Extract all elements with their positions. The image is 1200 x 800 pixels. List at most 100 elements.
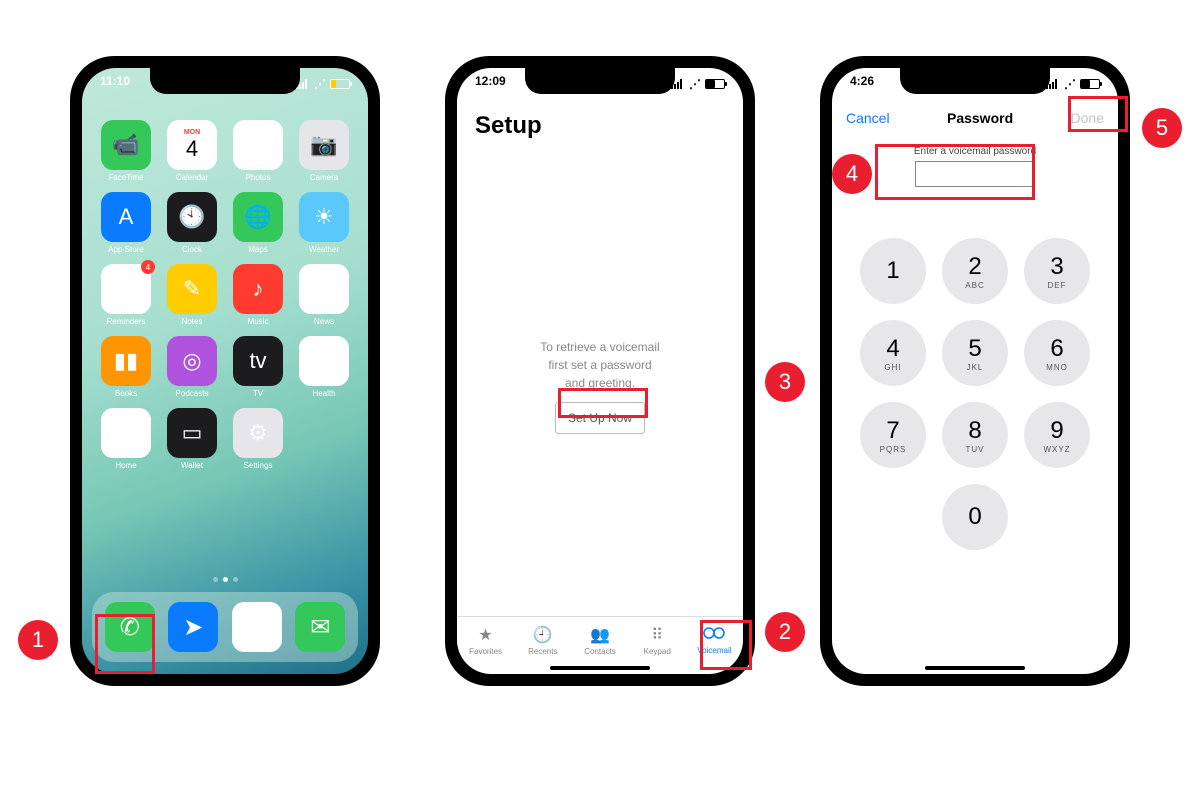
keypad-5[interactable]: 5JKL bbox=[942, 320, 1008, 386]
app-label: Reminders bbox=[107, 317, 146, 326]
keypad-icon: ⠿ bbox=[651, 625, 663, 645]
highlight-voicemail-tab bbox=[700, 620, 752, 670]
tab-contacts[interactable]: 👥 Contacts bbox=[571, 617, 628, 664]
callout-5: 5 bbox=[1142, 108, 1182, 148]
tab-keypad[interactable]: ⠿Keypad bbox=[629, 617, 686, 664]
app-label: Calendar bbox=[176, 173, 208, 182]
app-weather[interactable]: ☀︎ Weather bbox=[294, 192, 354, 254]
app-books[interactable]: ▮▮Books bbox=[96, 336, 156, 398]
tab-label: Recents bbox=[528, 647, 557, 656]
app-health[interactable]: ♥ Health bbox=[294, 336, 354, 398]
podcasts-icon: ◎ bbox=[167, 336, 217, 386]
app-label: Camera bbox=[310, 173, 338, 182]
app-label: Maps bbox=[248, 245, 268, 254]
weather-icon: ☀︎ bbox=[299, 192, 349, 242]
health-icon: ♥ bbox=[299, 336, 349, 386]
app-calendar[interactable]: MON4 Calendar bbox=[162, 120, 222, 182]
app-clock[interactable]: 🕙Clock bbox=[162, 192, 222, 254]
home-icon: ⌂ bbox=[101, 408, 151, 458]
page-dots[interactable] bbox=[82, 577, 368, 582]
app-reminders[interactable]: ≣4Reminders bbox=[96, 264, 156, 326]
app-label: Photos bbox=[246, 173, 271, 182]
status-time: 12:09 bbox=[475, 74, 506, 94]
setup-message: To retrieve a voicemail first set a pass… bbox=[457, 338, 743, 434]
favorites-icon: ★ bbox=[478, 625, 492, 645]
callout-4: 4 bbox=[832, 154, 872, 194]
calendar-icon: MON4 bbox=[167, 120, 217, 170]
wifi-icon: ⋰ bbox=[1064, 77, 1076, 91]
keypad-6[interactable]: 6MNO bbox=[1024, 320, 1090, 386]
keypad-3[interactable]: 3DEF bbox=[1024, 238, 1090, 304]
app-label: Books bbox=[115, 389, 137, 398]
app-news[interactable]: N News bbox=[294, 264, 354, 326]
wifi-icon: ⋰ bbox=[314, 77, 326, 91]
app-camera[interactable]: 📷 Camera bbox=[294, 120, 354, 182]
camera-icon: 📷 bbox=[299, 120, 349, 170]
keypad-9[interactable]: 9WXYZ bbox=[1024, 402, 1090, 468]
app-wallet[interactable]: ▭ Wallet bbox=[162, 408, 222, 470]
apps-grid: 📹 FaceTime MON4 Calendar ❁ Photos 📷 Camera A App … bbox=[82, 114, 368, 476]
numeric-keypad: 12ABC3DEF 4GHI5JKL6MNO 7PQRS8TUV9WXYZ0 bbox=[832, 238, 1118, 550]
callout-1: 1 bbox=[18, 620, 58, 660]
callout-3: 3 bbox=[765, 362, 805, 402]
photos-icon: ❁ bbox=[233, 120, 283, 170]
app-settings[interactable]: ⚙︎ Settings bbox=[228, 408, 288, 470]
highlight-done-button bbox=[1068, 96, 1128, 132]
app-podcasts[interactable]: ◎Podcasts bbox=[162, 336, 222, 398]
news-icon: N bbox=[299, 264, 349, 314]
tab-recents[interactable]: 🕘 Recents bbox=[514, 617, 571, 664]
wifi-icon: ⋰ bbox=[689, 77, 701, 91]
app-tv[interactable]: tvTV bbox=[228, 336, 288, 398]
app-label: News bbox=[314, 317, 334, 326]
status-time: 4:26 bbox=[850, 74, 874, 94]
setup-title: Setup bbox=[475, 112, 542, 140]
tab-label: Favorites bbox=[469, 647, 502, 656]
contacts-icon: 👥 bbox=[590, 625, 610, 645]
maps-icon: 🌐 bbox=[233, 192, 283, 242]
app-label: Wallet bbox=[181, 461, 203, 470]
app-label: App Store bbox=[108, 245, 144, 254]
cancel-button[interactable]: Cancel bbox=[846, 110, 890, 126]
settings-icon: ⚙︎ bbox=[233, 408, 283, 458]
recents-icon: 🕘 bbox=[533, 625, 553, 645]
tab-label: Contacts bbox=[584, 647, 616, 656]
app-photos[interactable]: ❁ Photos bbox=[228, 120, 288, 182]
status-time: 11:10 bbox=[100, 74, 130, 94]
notch bbox=[900, 68, 1050, 94]
keypad-4[interactable]: 4GHI bbox=[860, 320, 926, 386]
app-label: Weather bbox=[309, 245, 339, 254]
app-label: Home bbox=[115, 461, 136, 470]
dock-mail-icon[interactable]: ➤ bbox=[168, 602, 218, 652]
app-notes[interactable]: ✎ Notes bbox=[162, 264, 222, 326]
dock-safari-icon[interactable]: ◉ bbox=[232, 602, 282, 652]
app-store-icon: A bbox=[101, 192, 151, 242]
app-label: Notes bbox=[182, 317, 203, 326]
notes-icon: ✎ bbox=[167, 264, 217, 314]
callout-2: 2 bbox=[765, 612, 805, 652]
app-label: Health bbox=[312, 389, 335, 398]
app-label: FaceTime bbox=[108, 173, 143, 182]
home-indicator[interactable] bbox=[550, 666, 650, 670]
keypad-7[interactable]: 7PQRS bbox=[860, 402, 926, 468]
wallet-icon: ▭ bbox=[167, 408, 217, 458]
app-label: Settings bbox=[244, 461, 273, 470]
app-music[interactable]: ♪Music bbox=[228, 264, 288, 326]
badge: 4 bbox=[141, 260, 155, 274]
keypad-2[interactable]: 2ABC bbox=[942, 238, 1008, 304]
app-label: Music bbox=[248, 317, 269, 326]
keypad-8[interactable]: 8TUV bbox=[942, 402, 1008, 468]
keypad-0[interactable]: 0 bbox=[942, 484, 1008, 550]
home-indicator[interactable] bbox=[925, 666, 1025, 670]
tv-icon: tv bbox=[233, 336, 283, 386]
phone-home-screen: 11:10 ⋰ 📹 FaceTime MON4 Calendar ❁ Photos 📷 Cam… bbox=[70, 56, 380, 686]
keypad-1[interactable]: 1 bbox=[860, 238, 926, 304]
app-home[interactable]: ⌂ Home bbox=[96, 408, 156, 470]
app-app-store[interactable]: A App Store bbox=[96, 192, 156, 254]
battery-icon bbox=[330, 79, 350, 89]
tab-favorites[interactable]: ★ Favorites bbox=[457, 617, 514, 664]
app-label: Clock bbox=[182, 245, 202, 254]
app-facetime[interactable]: 📹 FaceTime bbox=[96, 120, 156, 182]
dock-messages-icon[interactable]: ✉︎ bbox=[295, 602, 345, 652]
app-maps[interactable]: 🌐 Maps bbox=[228, 192, 288, 254]
facetime-icon: 📹 bbox=[101, 120, 151, 170]
